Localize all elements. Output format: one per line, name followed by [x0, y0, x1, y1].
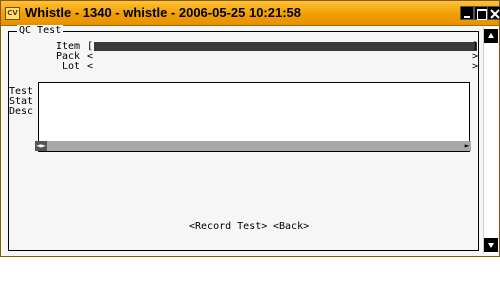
lot-input[interactable] — [94, 62, 470, 72]
scroll-down-button[interactable] — [484, 238, 498, 252]
lot-open-bracket: < — [87, 61, 94, 72]
lot-close-bracket: > — [472, 61, 479, 72]
minimize-button[interactable] — [460, 6, 474, 20]
maximize-button[interactable] — [474, 6, 488, 20]
terminal-screen: QC Test Item [ ] Pack < > Lot < > Test S… — [6, 25, 481, 254]
frame-title: QC Test — [17, 25, 64, 37]
scroll-right-arrow[interactable]: ► — [463, 141, 471, 151]
lot-label: Lot — [62, 61, 81, 72]
arrow-up-icon — [488, 33, 494, 38]
record-test-button[interactable]: <Record Test> — [189, 221, 267, 233]
pack-input[interactable] — [94, 52, 470, 62]
arrow-down-icon — [488, 243, 494, 248]
item-input[interactable] — [94, 42, 477, 51]
description-hscrollbar[interactable]: ◄► ► — [35, 141, 471, 151]
back-button[interactable]: <Back> — [273, 221, 309, 233]
terminal-window: CV Whistle - 1340 - whistle - 2006-05-25… — [0, 0, 500, 257]
app-icon: CV — [5, 7, 20, 20]
close-button[interactable] — [487, 6, 500, 20]
close-icon — [490, 9, 500, 19]
vertical-scrollbar[interactable] — [483, 27, 498, 254]
scroll-up-button[interactable] — [484, 29, 498, 43]
scroll-left-arrow[interactable]: ◄► — [35, 141, 47, 151]
title-bar[interactable]: CV Whistle - 1340 - whistle - 2006-05-25… — [1, 1, 500, 26]
desc-label: Desc — [9, 106, 34, 117]
window-title: Whistle - 1340 - whistle - 2006-05-25 10… — [25, 5, 302, 20]
